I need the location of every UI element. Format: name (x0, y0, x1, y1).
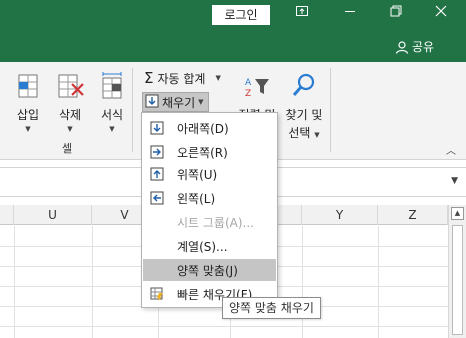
delete-caret-icon: ▼ (67, 125, 73, 133)
arrow-right-icon (145, 141, 169, 163)
insert-button[interactable]: 삽입 ▼ (8, 68, 48, 133)
menu-item-label: 양쪽 맞춤(J) (177, 263, 238, 278)
column-header-u[interactable]: U (14, 205, 92, 225)
svg-text:A: A (245, 78, 252, 88)
close-icon[interactable] (426, 4, 456, 26)
sigma-icon: Σ (144, 69, 154, 87)
autosum-caret-icon: ▼ (215, 74, 221, 82)
user-icon (395, 40, 409, 54)
column-header-y[interactable]: Y (302, 205, 378, 225)
share-button[interactable]: 공유 (395, 38, 434, 55)
fill-dropdown-menu: 아래쪽(D) 오른쪽(R) 위쪽(U) 왼쪽(L) 시트 그룹(A)... 계열… (141, 112, 278, 308)
delete-cells-icon (50, 68, 90, 104)
menu-item-label: 아래쪽(D) (177, 121, 229, 136)
grid-col-line (378, 226, 379, 338)
fill-button[interactable]: 채우기 ▼ (142, 92, 209, 112)
format-label: 서식 (100, 108, 124, 122)
menu-item-series[interactable]: 계열(S)... (143, 235, 276, 257)
delete-label: 삭제 (58, 108, 82, 122)
menu-item-fill-left[interactable]: 왼쪽(L) (143, 187, 276, 209)
arrow-up-icon (145, 163, 169, 185)
expand-formula-icon[interactable]: ▼ (451, 176, 458, 186)
grid-col-line (14, 226, 15, 338)
group-divider (330, 68, 331, 152)
menu-item-label: 시트 그룹(A)... (177, 215, 254, 230)
share-label: 공유 (412, 40, 435, 54)
title-bar: 로그인 공유 (0, 0, 466, 62)
insert-caret-icon: ▼ (25, 125, 31, 133)
menu-item-label: 왼쪽(L) (177, 191, 216, 206)
sort-filter-icon: AZ (232, 68, 282, 104)
find-select-button[interactable]: 찾기 및 선택 ▼ (280, 68, 328, 141)
menu-item-justify[interactable]: 양쪽 맞춤(J) (143, 259, 276, 281)
login-button[interactable]: 로그인 (212, 5, 270, 25)
format-caret-icon: ▼ (109, 125, 115, 133)
ribbon-display-options-icon[interactable] (287, 4, 317, 26)
fill-down-icon (145, 94, 159, 111)
insert-cells-icon (8, 68, 48, 104)
cells-group-label: 셀 (62, 142, 73, 155)
fill-caret-icon: ▼ (198, 98, 204, 106)
svg-text:Z: Z (245, 89, 251, 99)
find-label: 찾기 및 (285, 108, 323, 122)
menu-item-fill-down[interactable]: 아래쪽(D) (143, 117, 276, 139)
search-icon (280, 68, 328, 104)
scroll-thumb[interactable] (452, 225, 463, 335)
menu-item-label: 위쪽(U) (177, 167, 218, 182)
collapse-ribbon-icon[interactable]: ︿ (446, 142, 456, 157)
menu-item-fill-right[interactable]: 오른쪽(R) (143, 141, 276, 163)
autosum-label: 자동 합계 (157, 71, 206, 86)
grid-col-line (92, 226, 93, 338)
grid-col-line (302, 226, 303, 338)
arrow-down-icon (145, 117, 169, 139)
find-label-2: 선택 ▼ (288, 126, 320, 140)
minimize-icon[interactable] (335, 4, 365, 26)
insert-label: 삽입 (16, 108, 40, 122)
menu-item-label: 오른쪽(R) (177, 145, 228, 160)
menu-item-fill-up[interactable]: 위쪽(U) (143, 163, 276, 185)
scroll-up-icon[interactable]: ▲ (451, 207, 464, 220)
fill-label: 채우기 (162, 95, 196, 110)
arrow-left-icon (145, 187, 169, 209)
restore-icon[interactable] (381, 4, 411, 26)
flash-fill-icon (145, 283, 169, 305)
group-divider (132, 68, 133, 152)
column-header-z[interactable]: Z (378, 205, 448, 225)
delete-button[interactable]: 삭제 ▼ (50, 68, 90, 133)
tooltip: 양쪽 맞춤 채우기 (222, 297, 321, 319)
grid-row-line (0, 326, 448, 327)
menu-item-across-worksheets: 시트 그룹(A)... (143, 211, 276, 233)
autosum-button[interactable]: Σ 자동 합계 ▼ (144, 68, 221, 88)
format-cells-icon (92, 68, 132, 104)
column-header[interactable] (0, 205, 14, 225)
menu-item-label: 계열(S)... (177, 239, 228, 254)
vertical-scrollbar[interactable]: ▲ (448, 205, 466, 338)
format-button[interactable]: 서식 ▼ (92, 68, 132, 133)
